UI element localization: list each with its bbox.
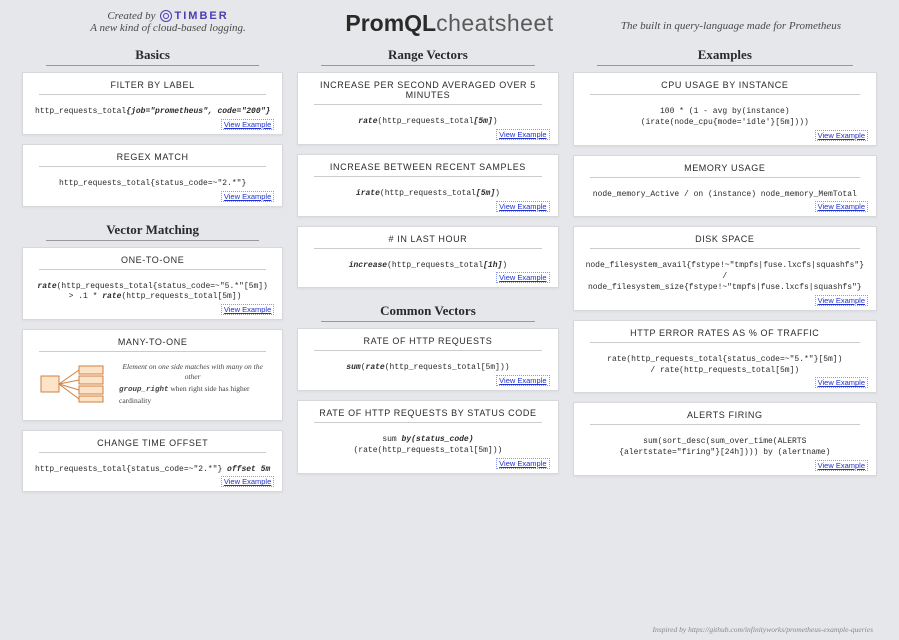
view-example-link[interactable]: View Example: [496, 458, 549, 469]
card-filter-by-label: FILTER BY LABEL http_requests_total{job=…: [22, 72, 283, 135]
footer-attribution: Inspired by https://github.com/infinityw…: [0, 625, 899, 640]
view-example-link[interactable]: View Example: [221, 304, 274, 315]
card-title: FILTER BY LABEL: [39, 80, 266, 95]
view-example-link[interactable]: View Example: [815, 295, 868, 306]
section-basics: Basics: [46, 45, 259, 66]
card-title: MEMORY USAGE: [590, 163, 860, 178]
view-example-link[interactable]: View Example: [496, 129, 549, 140]
card-alerts-firing: ALERTS FIRING sum(sort_desc(sum_over_tim…: [573, 402, 877, 476]
card-rate-5m: INCREASE PER SECOND AVERAGED OVER 5 MINU…: [297, 72, 558, 145]
timber-brand-text: TIMBER: [175, 10, 229, 22]
view-example-link[interactable]: View Example: [221, 191, 274, 202]
card-title: HTTP ERROR RATES AS % OF TRAFFIC: [590, 328, 860, 343]
view-example-link[interactable]: View Example: [815, 201, 868, 212]
many-to-one-description: Element on one side matches with many on…: [119, 362, 266, 406]
card-title: RATE OF HTTP REQUESTS BY STATUS CODE: [314, 408, 541, 423]
card-title: # IN LAST HOUR: [314, 234, 541, 249]
section-common-vectors: Common Vectors: [321, 301, 534, 322]
tagline-left: A new kind of cloud-based logging.: [90, 22, 246, 34]
view-example-link[interactable]: View Example: [815, 130, 868, 141]
title-bold: PromQL: [345, 10, 436, 36]
card-title: ALERTS FIRING: [590, 410, 860, 425]
timber-icon: [160, 10, 172, 22]
view-example-link[interactable]: View Example: [815, 460, 868, 471]
card-one-to-one: ONE-TO-ONE rate(http_requests_total{stat…: [22, 247, 283, 321]
card-increase-1h: # IN LAST HOUR increase(http_requests_to…: [297, 226, 558, 289]
card-title: ONE-TO-ONE: [39, 255, 266, 270]
view-example-link[interactable]: View Example: [221, 476, 274, 487]
card-time-offset: CHANGE TIME OFFSET http_requests_total{s…: [22, 430, 283, 493]
column-right: Examples CPU USAGE BY INSTANCE 100 * (1 …: [573, 41, 877, 623]
section-examples: Examples: [597, 45, 853, 66]
column-middle: Range Vectors INCREASE PER SECOND AVERAG…: [297, 41, 558, 623]
section-range-vectors: Range Vectors: [321, 45, 534, 66]
card-title: CPU USAGE BY INSTANCE: [590, 80, 860, 95]
section-vector-matching: Vector Matching: [46, 220, 259, 241]
created-by-text: Created by: [107, 10, 155, 22]
card-memory-usage: MEMORY USAGE node_memory_Active / on (in…: [573, 155, 877, 218]
title-light: cheatsheet: [436, 10, 554, 36]
card-title: INCREASE BETWEEN RECENT SAMPLES: [314, 162, 541, 177]
timber-logo: TIMBER: [160, 10, 229, 22]
card-title: REGEX MATCH: [39, 152, 266, 167]
card-title: INCREASE PER SECOND AVERAGED OVER 5 MINU…: [314, 80, 541, 105]
card-title: CHANGE TIME OFFSET: [39, 438, 266, 453]
view-example-link[interactable]: View Example: [496, 375, 549, 386]
many-to-one-diagram-icon: [39, 364, 109, 404]
card-http-error-rates: HTTP ERROR RATES AS % OF TRAFFIC rate(ht…: [573, 320, 877, 394]
column-left: Basics FILTER BY LABEL http_requests_tot…: [22, 41, 283, 623]
card-title: RATE OF HTTP REQUESTS: [314, 336, 541, 351]
view-example-link[interactable]: View Example: [496, 272, 549, 283]
card-many-to-one: MANY-TO-ONE Element on one si: [22, 329, 283, 421]
card-title: DISK SPACE: [590, 234, 860, 249]
page-title: PromQLcheatsheet: [345, 10, 553, 37]
header: Created by TIMBER A new kind of cloud-ba…: [0, 0, 899, 41]
view-example-link[interactable]: View Example: [496, 201, 549, 212]
tagline-right: The built in query-language made for Pro…: [591, 10, 871, 32]
card-cpu-usage: CPU USAGE BY INSTANCE 100 * (1 - avg by(…: [573, 72, 877, 146]
card-disk-space: DISK SPACE node_filesystem_avail{fstype!…: [573, 226, 877, 310]
card-irate: INCREASE BETWEEN RECENT SAMPLES irate(ht…: [297, 154, 558, 217]
card-rate-http: RATE OF HTTP REQUESTS sum(rate(http_requ…: [297, 328, 558, 391]
card-rate-by-code: RATE OF HTTP REQUESTS BY STATUS CODE sum…: [297, 400, 558, 474]
card-title: MANY-TO-ONE: [39, 337, 266, 352]
card-regex-match: REGEX MATCH http_requests_total{status_c…: [22, 144, 283, 207]
view-example-link[interactable]: View Example: [221, 119, 274, 130]
view-example-link[interactable]: View Example: [815, 377, 868, 388]
header-credit: Created by TIMBER A new kind of cloud-ba…: [28, 10, 308, 34]
